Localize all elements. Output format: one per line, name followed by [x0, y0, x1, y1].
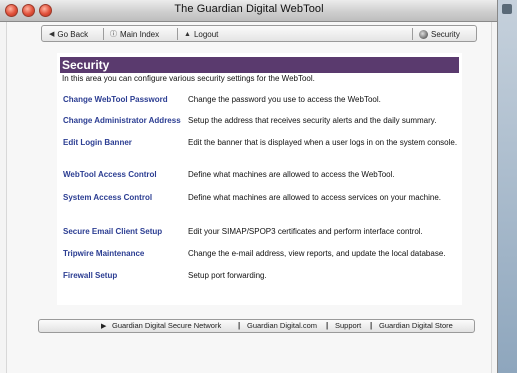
edit-login-banner-link[interactable]: Edit Login Banner	[63, 138, 132, 147]
tripwire-maintenance-link[interactable]: Tripwire Maintenance	[63, 249, 144, 258]
current-section-indicator: Security	[419, 27, 460, 41]
footer-bar: ▶ Guardian Digital Secure Network | Guar…	[38, 319, 475, 333]
settings-row-description: Setup the address that receives security…	[188, 116, 437, 125]
logout-link[interactable]: ▲ Logout	[184, 27, 218, 41]
secure-email-client-setup-link[interactable]: Secure Email Client Setup	[63, 227, 162, 236]
go-back-link[interactable]: ◀ Go Back	[49, 27, 88, 41]
settings-row-description: Edit your SIMAP/SPOP3 certificates and p…	[188, 227, 423, 236]
go-back-label: Go Back	[57, 29, 89, 39]
desktop-lock-icon	[502, 4, 512, 14]
arrow-left-icon: ◀	[49, 31, 55, 38]
footer-link-secure-network[interactable]: Guardian Digital Secure Network	[112, 321, 221, 330]
desktop-strip-right	[495, 0, 517, 373]
arrow-right-icon: ▶	[101, 323, 107, 330]
index-circle-icon: ⓘ	[110, 31, 117, 38]
nav-divider	[412, 28, 413, 40]
settings-row-description: Change the password you use to access th…	[188, 95, 381, 104]
settings-row: WebTool Access Control Define what machi…	[57, 170, 462, 181]
window-title: The Guardian Digital WebTool	[174, 3, 324, 15]
system-access-control-link[interactable]: System Access Control	[63, 193, 152, 202]
settings-row: Secure Email Client Setup Edit your SIMA…	[57, 227, 462, 238]
title-bar[interactable]: The Guardian Digital WebTool	[0, 0, 497, 22]
settings-row: Firewall Setup Setup port forwarding.	[57, 271, 462, 282]
section-intro: In this area you can configure various s…	[62, 74, 315, 83]
browser-window: The Guardian Digital WebTool ◀ Go Back ⓘ…	[0, 0, 498, 373]
nav-divider	[103, 28, 104, 40]
footer-link-support[interactable]: Support	[335, 321, 361, 330]
settings-row-description: Change the e-mail address, view reports,…	[188, 249, 446, 258]
nav-divider	[177, 28, 178, 40]
footer-link-store[interactable]: Guardian Digital Store	[379, 321, 453, 330]
settings-row-description: Define what machines are allowed to acce…	[188, 193, 442, 202]
change-administrator-address-link[interactable]: Change Administrator Address	[63, 116, 181, 125]
webtool-access-control-link[interactable]: WebTool Access Control	[63, 170, 157, 179]
footer-separator: |	[370, 321, 373, 330]
settings-row-description: Define what machines are allowed to acce…	[188, 170, 395, 179]
main-index-label: Main Index	[120, 29, 160, 39]
gear-icon	[419, 29, 428, 39]
main-index-link[interactable]: ⓘ Main Index	[110, 27, 159, 41]
settings-row: Change WebTool Password Change the passw…	[57, 95, 462, 106]
settings-row: Tripwire Maintenance Change the e-mail a…	[57, 249, 462, 260]
security-panel: Security In this area you can configure …	[57, 53, 462, 305]
footer-separator: |	[326, 321, 329, 330]
arrow-up-icon: ▲	[184, 30, 191, 38]
settings-row: System Access Control Define what machin…	[57, 193, 462, 204]
footer-separator: |	[238, 321, 241, 330]
change-webtool-password-link[interactable]: Change WebTool Password	[63, 95, 168, 104]
footer-link-guardian-digital-com[interactable]: Guardian Digital.com	[247, 321, 317, 330]
logout-label: Logout	[193, 29, 219, 39]
current-section-label: Security	[431, 29, 460, 39]
settings-row-description: Edit the banner that is displayed when a…	[188, 138, 458, 147]
top-nav-bar: ◀ Go Back ⓘ Main Index ▲ Logout Security	[41, 25, 477, 42]
firewall-setup-link[interactable]: Firewall Setup	[63, 271, 117, 280]
settings-row: Edit Login Banner Edit the banner that i…	[57, 138, 462, 149]
settings-row-description: Setup port forwarding.	[188, 271, 267, 280]
settings-row: Change Administrator Address Setup the a…	[57, 116, 462, 127]
section-heading: Security	[60, 57, 459, 73]
